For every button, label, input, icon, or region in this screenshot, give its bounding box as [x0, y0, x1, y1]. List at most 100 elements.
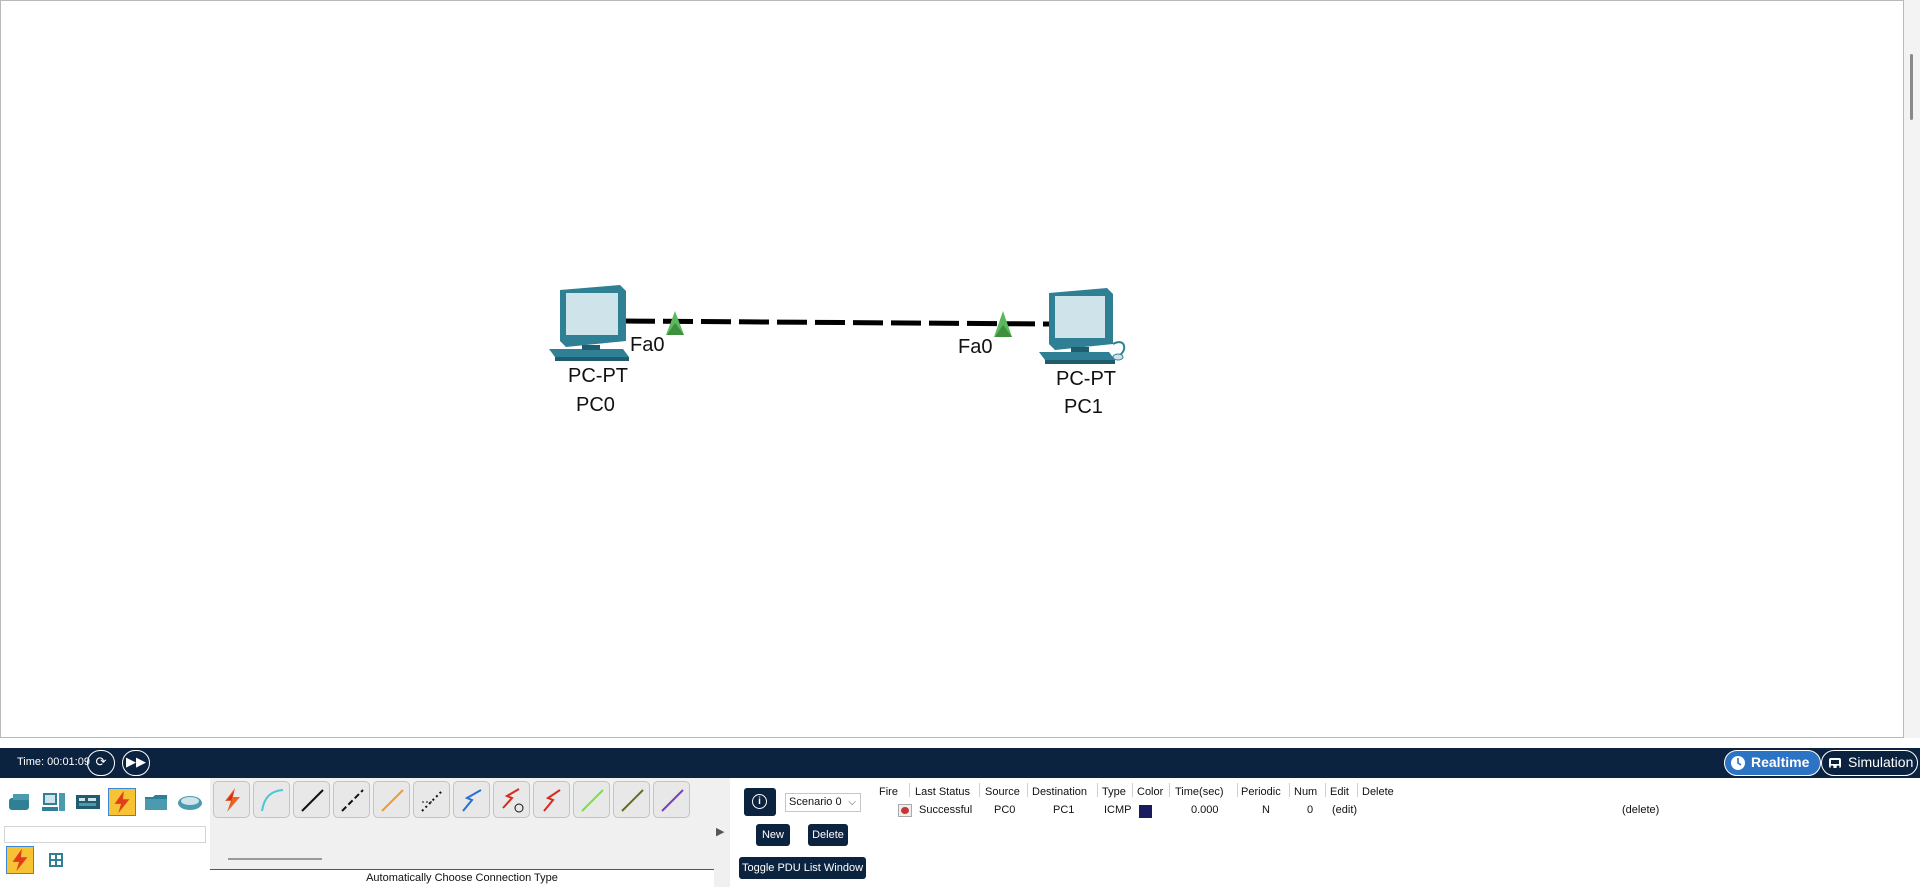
connection-type-description: Automatically Choose Connection Type [210, 869, 714, 888]
lightning-icon [225, 788, 240, 812]
stopwatch-icon [1829, 758, 1841, 769]
num-cell: 0 [1307, 804, 1314, 816]
device-type-panel [0, 778, 211, 887]
grid-icon[interactable] [42, 846, 70, 874]
column-divider[interactable] [1289, 783, 1290, 797]
pdu-list-table: Fire Last Status Source Destination Type… [873, 778, 1920, 887]
column-header: Delete [1362, 786, 1394, 798]
column-header: Periodic [1241, 786, 1281, 798]
scenario-select[interactable]: Scenario 0 ⌵ [785, 793, 861, 812]
pc-icon [549, 285, 629, 361]
column-divider[interactable] [1357, 783, 1358, 797]
column-header: Type [1102, 786, 1126, 798]
new-scenario-button[interactable]: New [756, 824, 790, 846]
column-divider[interactable] [1132, 783, 1133, 797]
power-cycle-devices-button[interactable]: ⟳ [87, 750, 115, 776]
logical-workspace[interactable]: Fa0 PC-PT PC0 Fa0 PC-PT PC1 [0, 0, 1904, 738]
reset-icon: ⟳ [95, 754, 107, 769]
octal-cable-button[interactable] [573, 781, 610, 818]
simulation-label: Simulation [1848, 754, 1914, 770]
panel-splitter[interactable]: ▶ [714, 778, 730, 887]
pc0-device[interactable]: Fa0 PC-PT PC0 [549, 285, 664, 416]
iot-custom-cable-button[interactable] [613, 781, 650, 818]
periodic-cell: N [1262, 804, 1270, 816]
serial-dte-cable-button[interactable] [533, 781, 570, 818]
status-bar: Time: 00:01:09 ⟳ ▶▶ Realtime Simulation [0, 748, 1920, 778]
console-cable-button[interactable] [253, 781, 290, 818]
cross-over-cable-button[interactable] [333, 781, 370, 818]
column-divider[interactable] [1097, 783, 1098, 797]
chevron-down-icon: ⌵ [848, 797, 856, 808]
port-label: Fa0 [630, 334, 664, 356]
cross-over-cable-icon [341, 789, 364, 812]
column-divider[interactable] [909, 783, 910, 797]
column-divider[interactable] [1237, 783, 1238, 797]
vertical-scrollbar[interactable] [1904, 0, 1920, 738]
multiuser-connection-icon[interactable] [176, 788, 204, 816]
column-divider[interactable] [1169, 783, 1170, 797]
scenario-value: Scenario 0 [789, 796, 842, 808]
column-header: Source [985, 786, 1020, 798]
bottom-toolbar: Automatically Choose Connection Type ▶ i… [0, 778, 1920, 888]
simulation-mode-button[interactable]: Simulation [1821, 750, 1918, 776]
connections-category-button[interactable] [108, 788, 136, 816]
toggle-pdu-list-button[interactable]: Toggle PDU List Window [739, 857, 866, 879]
usb-cable-icon [661, 789, 684, 812]
column-header: Time(sec) [1175, 786, 1224, 798]
expand-arrow-icon[interactable]: ▶ [716, 825, 724, 838]
pc1-device[interactable]: Fa0 PC-PT PC1 [958, 288, 1126, 418]
horizontal-scrollbar[interactable] [1, 731, 1903, 737]
scenario-info-button[interactable]: i [744, 788, 776, 816]
automatic-cable-button[interactable] [213, 781, 250, 818]
scroll-thumb[interactable] [1910, 54, 1913, 120]
port-label: Fa0 [958, 336, 992, 358]
phone-cable-button[interactable] [413, 781, 450, 818]
automatic-connection-subtype[interactable] [6, 846, 34, 874]
device-search-input[interactable] [4, 826, 206, 843]
end-devices-icon[interactable] [40, 788, 68, 816]
serial-dce-cable-icon [502, 788, 524, 813]
topology-canvas[interactable]: Fa0 PC-PT PC0 Fa0 PC-PT PC1 [1, 1, 1904, 738]
delete-scenario-button[interactable]: Delete [808, 824, 848, 846]
cable-scrollbar[interactable] [228, 858, 322, 860]
source-cell: PC0 [994, 804, 1016, 816]
lightning-icon [12, 848, 28, 872]
straight-through-cable-icon [301, 789, 324, 812]
fast-forward-icon: ▶▶ [126, 754, 146, 769]
components-icon[interactable] [74, 788, 102, 816]
console-cable-icon [261, 789, 284, 812]
realtime-mode-button[interactable]: Realtime [1724, 750, 1821, 776]
usb-cable-button[interactable] [653, 781, 690, 818]
device-name-label: PC1 [1064, 396, 1103, 418]
pc-icon [1039, 288, 1126, 364]
column-divider[interactable] [1027, 783, 1028, 797]
edit-link[interactable]: (edit) [1332, 804, 1357, 816]
info-icon: i [752, 794, 767, 809]
fiber-cable-button[interactable] [373, 781, 410, 818]
last-status-cell: Successful [919, 804, 973, 816]
type-cell: ICMP [1104, 804, 1132, 816]
network-devices-icon[interactable] [6, 788, 34, 816]
lightning-icon [114, 790, 130, 814]
column-header: Fire [879, 786, 898, 798]
coaxial-cable-icon [462, 789, 482, 812]
column-divider[interactable] [979, 783, 980, 797]
ethernet-link[interactable] [624, 318, 1050, 327]
device-model-label: PC-PT [568, 365, 628, 387]
clock-icon [1731, 756, 1745, 770]
miscellaneous-icon[interactable] [142, 788, 170, 816]
straight-through-cable-button[interactable] [293, 781, 330, 818]
time-display: Time: 00:01:09 [17, 756, 90, 768]
fast-forward-time-button[interactable]: ▶▶ [122, 750, 150, 776]
coaxial-cable-button[interactable] [453, 781, 490, 818]
fire-pdu-icon[interactable] [898, 804, 912, 817]
pdu-color-swatch[interactable] [1139, 805, 1152, 818]
serial-dce-cable-button[interactable] [493, 781, 530, 818]
column-divider[interactable] [1325, 783, 1326, 797]
fiber-cable-icon [381, 789, 404, 812]
destination-cell: PC1 [1053, 804, 1075, 816]
realtime-label: Realtime [1751, 754, 1810, 770]
octal-cable-icon [581, 789, 604, 812]
delete-link[interactable]: (delete) [1622, 804, 1659, 816]
scenario-panel: i Scenario 0 ⌵ New Delete Toggle PDU Lis… [730, 778, 874, 887]
